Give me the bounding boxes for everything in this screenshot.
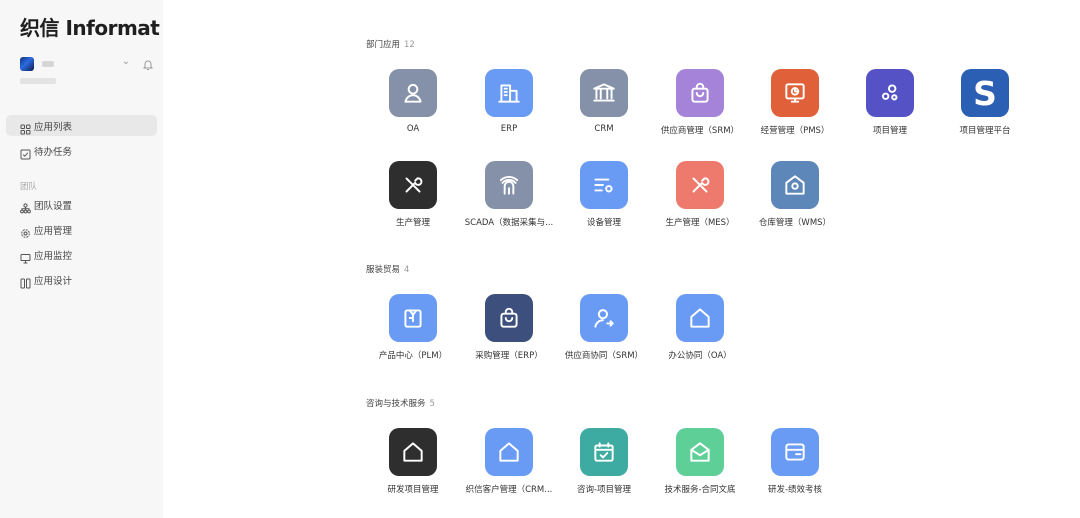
building-icon (485, 69, 533, 117)
home-icon (676, 294, 724, 342)
section-count: 12 (404, 40, 415, 50)
section-title: 服装贸易 4 (366, 263, 409, 275)
team-name-placeholder (42, 61, 54, 67)
tools-icon (389, 161, 437, 209)
app-label: 仓库管理（WMS） (758, 218, 832, 228)
app-card[interactable]: 生产管理 (365, 161, 461, 237)
app-label: 织信客户管理（CRM... (465, 485, 553, 495)
home-icon (389, 428, 437, 476)
design-icon (20, 274, 31, 289)
tools-icon (676, 161, 724, 209)
app-label: 咨询-项目管理 (576, 485, 632, 495)
app-card[interactable]: 生产管理（MES） (652, 161, 748, 237)
app-label: 经营管理（PMS） (760, 126, 830, 136)
grid-icon (20, 120, 31, 135)
s-logo-icon: S (961, 69, 1009, 117)
section-name: 部门应用 (366, 40, 401, 50)
section-count: 5 (429, 399, 435, 409)
app-label: 产品中心（PLM） (378, 351, 448, 361)
nav-label: 待办任务 (34, 147, 73, 158)
app-card[interactable]: 织信客户管理（CRM... (461, 428, 557, 504)
app-label: 供应商管理（SRM） (660, 126, 740, 136)
shirt-icon (389, 294, 437, 342)
nav-app-list[interactable]: 应用列表 (6, 115, 157, 136)
app-label: 设备管理 (586, 218, 621, 228)
nav-label: 应用监控 (34, 251, 73, 262)
app-label: CRM (594, 124, 614, 134)
app-label: 项目管理 (872, 126, 907, 136)
section-count: 4 (404, 265, 410, 275)
app-label: 研发-绩效考核 (767, 485, 823, 495)
app-logo: 织信 Informat (20, 16, 160, 40)
monitor-icon (20, 249, 31, 264)
nav-label: 应用设计 (34, 276, 73, 287)
team-avatar (20, 57, 34, 71)
nav-todo[interactable]: 待办任务 (6, 140, 157, 161)
app-card[interactable]: 办公协同（OA） (652, 294, 748, 370)
sidebar: 织信 Informat ⌄ 应用列表 待办任务 团队 团队设置 应用管理 应用监… (0, 0, 163, 518)
gear-icon (20, 224, 31, 238)
app-card[interactable]: 研发-绩效考核 (747, 428, 843, 504)
app-card[interactable]: CRM (556, 69, 652, 145)
app-label: 生产管理（MES） (665, 218, 735, 228)
team-switcher[interactable]: ⌄ (20, 56, 156, 71)
app-card[interactable]: 设备管理 (556, 161, 652, 237)
app-card[interactable]: OA (365, 69, 461, 145)
card-icon (771, 428, 819, 476)
app-label: ERP (500, 124, 518, 134)
nav-team-settings[interactable]: 团队设置 (6, 194, 157, 215)
app-card[interactable]: S 项目管理平台 (937, 69, 1033, 145)
user-arrow-icon (580, 294, 628, 342)
app-card[interactable]: 技术服务-合同文底 (652, 428, 748, 504)
app-label: SCADA（数据采集与... (464, 218, 554, 228)
app-label: 生产管理 (395, 218, 430, 228)
bank-icon (580, 69, 628, 117)
app-card[interactable]: 供应商管理（SRM） (652, 69, 748, 145)
bag-icon (676, 69, 724, 117)
nodes-icon (866, 69, 914, 117)
presentation-icon (771, 69, 819, 117)
app-card[interactable]: 咨询-项目管理 (556, 428, 652, 504)
checkbox-icon (20, 145, 31, 160)
chevron-down-icon[interactable]: ⌄ (120, 56, 132, 67)
app-label: 供应商协同（SRM） (564, 351, 644, 361)
app-card[interactable]: 产品中心（PLM） (365, 294, 461, 370)
list-gear-icon (580, 161, 628, 209)
app-card[interactable]: 仓库管理（WMS） (747, 161, 843, 237)
section-title: 咨询与技术服务 5 (366, 397, 435, 409)
nav-app-monitor[interactable]: 应用监控 (6, 244, 157, 265)
bag-icon (485, 294, 533, 342)
warehouse-icon (771, 161, 819, 209)
antenna-icon (485, 161, 533, 209)
app-label: 研发项目管理 (387, 485, 439, 495)
app-label: 办公协同（OA） (668, 351, 732, 361)
calendar-check-icon (580, 428, 628, 476)
nav-label: 应用管理 (34, 226, 73, 237)
section-name: 服装贸易 (366, 265, 401, 275)
home-icon (485, 428, 533, 476)
user-icon (389, 69, 437, 117)
nav-app-management[interactable]: 应用管理 (6, 219, 157, 240)
bell-icon[interactable] (142, 57, 154, 71)
mail-icon (676, 428, 724, 476)
app-card[interactable]: 采购管理（ERP） (461, 294, 557, 370)
app-card[interactable]: 供应商协同（SRM） (556, 294, 652, 370)
app-card[interactable]: 经营管理（PMS） (747, 69, 843, 145)
app-card[interactable]: 项目管理 (842, 69, 938, 145)
team-subtitle-placeholder (20, 78, 56, 84)
app-card[interactable]: ERP (461, 69, 557, 145)
nav-label: 应用列表 (34, 122, 73, 133)
app-label: OA (406, 124, 420, 134)
app-label: 技术服务-合同文底 (664, 485, 736, 495)
section-title: 部门应用 12 (366, 38, 415, 50)
section-name: 咨询与技术服务 (366, 399, 426, 409)
app-card[interactable]: 研发项目管理 (365, 428, 461, 504)
nav-label: 团队设置 (34, 201, 73, 212)
nav-app-design[interactable]: 应用设计 (6, 269, 157, 290)
app-label: 采购管理（ERP） (475, 351, 543, 361)
nav-group-label: 团队 (20, 182, 38, 192)
app-card[interactable]: SCADA（数据采集与... (461, 161, 557, 237)
org-icon (20, 199, 31, 214)
app-label: 项目管理平台 (959, 126, 1011, 136)
